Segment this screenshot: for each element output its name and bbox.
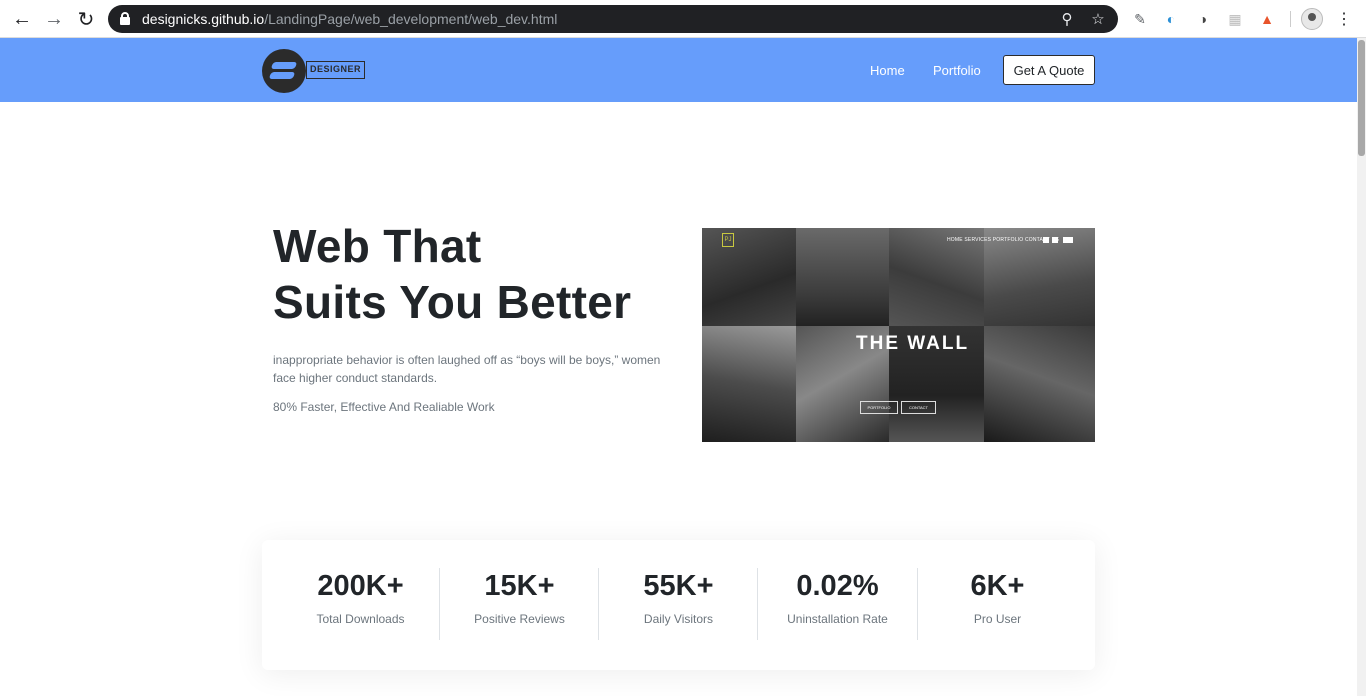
stat-daily-visitors: 55K+ Daily Visitors xyxy=(599,568,758,626)
zoom-icon[interactable]: ⚲ xyxy=(1057,9,1077,29)
nav-link-portfolio[interactable]: Portfolio xyxy=(933,63,981,78)
preview-contact-button: CONTACT xyxy=(901,401,936,414)
stat-value: 6K+ xyxy=(970,570,1025,602)
stat-label: Positive Reviews xyxy=(474,612,565,626)
profile-avatar[interactable] xyxy=(1301,8,1323,30)
nav-link-home[interactable]: Home xyxy=(870,63,905,78)
youtube-icon xyxy=(1063,237,1073,243)
stat-label: Total Downloads xyxy=(316,612,405,626)
hero-subtext: 80% Faster, Effective And Realiable Work xyxy=(273,400,495,414)
hero-title: Web That Suits You Better xyxy=(273,218,631,330)
reload-icon[interactable]: ↻ xyxy=(74,8,98,31)
eyedropper-extension-icon[interactable]: ✎ xyxy=(1130,9,1150,29)
facebook-icon xyxy=(1043,237,1049,243)
sync-extension-icon[interactable]: ◐ xyxy=(1161,9,1181,29)
browser-toolbar: ← → ↻ designicks.github.io/LandingPage/w… xyxy=(0,0,1366,38)
stat-pro-user: 6K+ Pro User xyxy=(918,568,1077,626)
hero-title-line2: Suits You Better xyxy=(273,276,632,328)
stat-uninstallation-rate: 0.02% Uninstallation Rate xyxy=(758,568,917,626)
bookmark-star-icon[interactable]: ☆ xyxy=(1088,9,1108,29)
stat-label: Daily Visitors xyxy=(643,612,714,626)
circle-extension-icon[interactable]: ◑ xyxy=(1193,9,1213,29)
toolbar-separator xyxy=(1290,11,1291,27)
lock-icon xyxy=(120,12,130,25)
kebab-menu-icon[interactable]: ⋮ xyxy=(1334,9,1354,29)
stat-total-downloads: 200K+ Total Downloads xyxy=(281,568,440,626)
hero-title-line1: Web That xyxy=(273,220,482,272)
brand-wordmark: DESIGNER xyxy=(306,61,366,79)
page-scrollbar-thumb[interactable] xyxy=(1358,40,1365,156)
url-host: designicks.github.io xyxy=(142,11,265,27)
stat-label: Pro User xyxy=(973,612,1022,626)
stat-positive-reviews: 15K+ Positive Reviews xyxy=(440,568,599,626)
stats-card: 200K+ Total Downloads 15K+ Positive Revi… xyxy=(262,540,1095,670)
lock-extension-icon[interactable]: ▲ xyxy=(1257,9,1277,29)
url-path: /LandingPage/web_development/web_dev.htm… xyxy=(264,11,558,27)
hero-description: inappropriate behavior is often laughed … xyxy=(273,353,661,385)
url-text[interactable]: designicks.github.io/LandingPage/web_dev… xyxy=(142,11,557,27)
preview-logo: PJ xyxy=(722,233,734,247)
site-header: DESIGNER Home Portfolio Get A Quote xyxy=(0,38,1357,102)
brand-logo[interactable] xyxy=(262,49,306,93)
grid-extension-icon[interactable]: ▦ xyxy=(1225,9,1245,29)
stat-value: 200K+ xyxy=(317,570,404,602)
website-preview-image: PJ HOME SERVICES PORTFOLIO CONTACT US TH… xyxy=(702,228,1095,442)
stat-label: Uninstallation Rate xyxy=(787,612,888,626)
preview-portfolio-button: PORTFOLIO xyxy=(860,401,898,414)
stat-value: 0.02% xyxy=(796,570,879,602)
get-a-quote-button[interactable]: Get A Quote xyxy=(1003,55,1095,85)
preview-title: THE WALL xyxy=(856,333,970,354)
back-arrow-icon[interactable]: ← xyxy=(10,8,34,30)
address-bar[interactable]: designicks.github.io/LandingPage/web_dev… xyxy=(108,5,1118,33)
stat-value: 55K+ xyxy=(643,570,714,602)
forward-arrow-icon[interactable]: → xyxy=(42,8,66,30)
stat-value: 15K+ xyxy=(484,570,555,602)
instagram-icon xyxy=(1052,237,1058,243)
